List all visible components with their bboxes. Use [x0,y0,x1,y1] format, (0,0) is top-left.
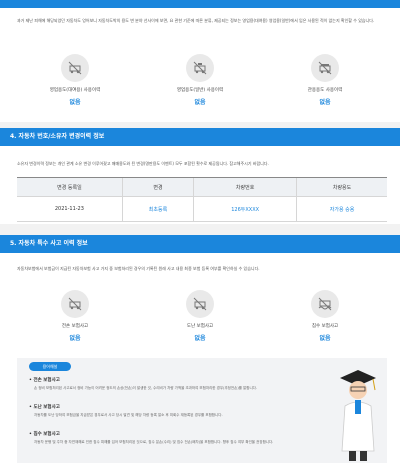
government-use-value: 없음 [319,99,331,106]
government-car-icon [311,54,339,82]
cell-date: 2021-11-23 [17,196,123,222]
cell-plate: 126두XXXX [193,196,297,222]
stolen-car-icon [186,290,214,318]
glossary-stolen-title: • 도난 보험사고 [29,405,60,410]
stolen-value: 없음 [194,335,206,342]
total-loss-car-icon [61,290,89,318]
glossary-flood-title: • 침수 보험사고 [29,432,60,437]
taxi-car-icon [186,54,214,82]
col-header-change: 변경 [121,177,194,197]
rental-car-icon [61,54,89,82]
total-loss-label: 전손 보험사고 [61,324,89,329]
flood-value: 없음 [319,335,331,342]
glossary-total-loss-title: • 전손 보험사고 [29,378,60,383]
flooded-car-icon [311,290,339,318]
glossary-box: 용어해설 • 전손 보험사고 손 정비 보험처리된 사고로서 정비 가능이 어려… [17,358,387,463]
professor-mascot-icon [340,370,376,461]
section4-header: 4. 자동차 번호/소유자 변경이력 정보 [0,128,400,146]
section3-card: 과거 제난 피해에 해당되었던 자동차도 엉어보니 자동차도박의 용도 변 분야… [0,8,400,122]
rental-use-value: 없음 [69,99,81,106]
section3-intro: 과거 제난 피해에 해당되었던 자동차도 엉어보니 자동차도박의 용도 변 분야… [17,18,375,23]
cell-usage: 자가용 승용 [296,196,387,222]
flood-label: 침수 보험사고 [311,324,339,329]
commercial-use-value: 없음 [194,99,206,106]
glossary-badge: 용어해설 [29,362,71,371]
ownership-table: 변경 등록일 변경 차량번호 차량용도 2021-11-23 최초등록 126두… [17,177,387,222]
col-header-usage: 차량용도 [296,177,387,197]
glossary-stolen-desc: 자동차를 도난 당하여 보험금을 지급받은 경우로서 사고 당시 발견 및 해당… [34,413,223,417]
glossary-flood-desc: 자동차 운행 및 주차 중 자연재해로 인한 침수 피해를 입어 보험처리된 것… [34,440,274,444]
section4-title: 4. 자동차 번호/소유자 변경이력 정보 [10,133,105,140]
stolen-label: 도난 보험사고 [186,324,214,329]
table-header-row: 변경 등록일 변경 차량번호 차량용도 [17,177,387,197]
glossary-total-loss-desc: 손 정비 보험처리된 사고로서 정비 가능이 어려운 정도의 손상(전손)이 발… [34,386,258,390]
section4-intro: 소유자 변경이력 정보는 개인 관계 소유 변경 이루어졌고 매매용도와 된 변… [17,161,269,166]
section5-title: 5. 자동차 특수 사고 이력 정보 [10,240,88,247]
section5-intro: 자동차보험에서 보험금이 지급된 자동차보험 사고 가지 중 보험처리된 경우의… [17,266,260,271]
cell-change: 최초등록 [121,196,194,222]
section5-header: 5. 자동차 특수 사고 이력 정보 [0,235,400,253]
col-header-plate: 차량번호 [193,177,297,197]
government-use-label: 관용용도 사용이력 [307,88,343,93]
col-header-date: 변경 등록일 [17,177,123,197]
total-loss-value: 없음 [69,335,81,342]
table-row: 2021-11-23 최초등록 126두XXXX 자가용 승용 [17,196,387,222]
commercial-use-label: 영업용도(일반) 사용이력 [176,88,224,93]
rental-use-label: 영업용도(대여용) 사용이력 [49,88,101,93]
section3-header-bar [0,0,400,8]
